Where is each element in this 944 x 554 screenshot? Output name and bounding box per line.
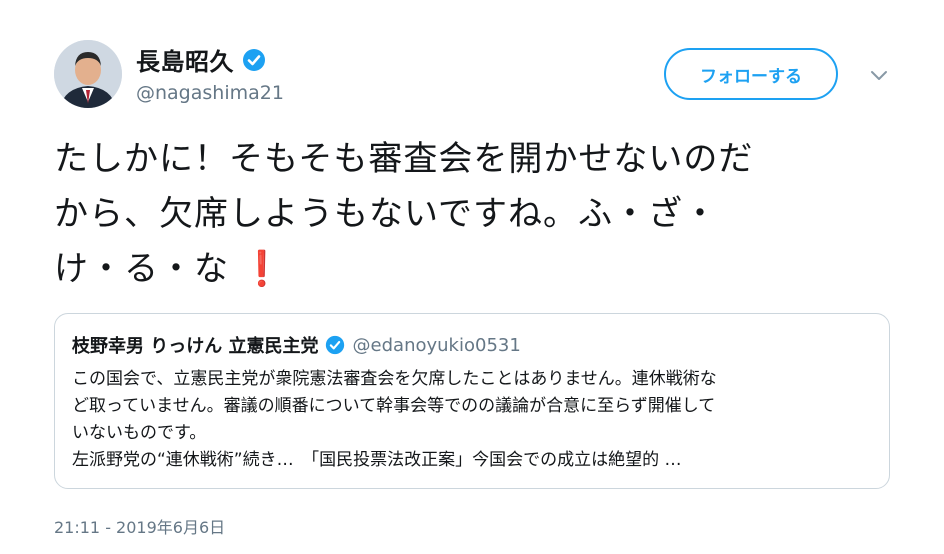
quoted-line: この国会で、立憲民主党が衆院憲法審査会を欠席したことはありません。連休戦術な — [72, 369, 717, 389]
avatar[interactable] — [54, 40, 122, 108]
tweet-timestamp[interactable]: 21:11 - 2019年6月6日 — [54, 514, 225, 538]
verified-badge-icon — [325, 335, 344, 355]
author-display-name[interactable]: 長島昭久 — [136, 42, 234, 77]
tweet-text: たしかに！そもそも審査会を開かせないのだ から、欠席しようもないですね。ふ・ざ・… — [54, 132, 894, 297]
avatar-photo — [54, 40, 122, 108]
tweet-line: から、欠席しようもないですね。ふ・ざ・ — [54, 194, 718, 234]
quoted-line: いないものです。 — [72, 423, 207, 443]
chevron-down-icon[interactable] — [866, 66, 892, 86]
quoted-tweet-text: この国会で、立憲民主党が衆院憲法審査会を欠席したことはありません。連休戦術な ど… — [72, 366, 872, 474]
author-handle[interactable]: @nagashima21 — [136, 82, 284, 104]
quoted-display-name: 枝野幸男 りっけん 立憲民主党 — [72, 336, 319, 357]
red-exclamation-emoji: ❗ — [240, 249, 285, 289]
quoted-line: ど取っていません。審議の順番について幹事会等でのの議論が合意に至らず開催して — [72, 396, 716, 416]
tweet-line: たしかに！そもそも審査会を開かせないのだ — [54, 139, 754, 179]
quoted-tweet-card[interactable]: 枝野幸男 りっけん 立憲民主党 @edanoyukio0531 この国会で、立憲… — [54, 313, 890, 489]
quoted-link-line: 左派野党の“連休戦術”続き… 「国民投票法改正案」今国会での成立は絶望的 … — [72, 450, 682, 470]
tweet-line: け・る・な — [54, 249, 229, 289]
follow-button[interactable]: フォローする — [664, 48, 838, 100]
quoted-handle: @edanoyukio0531 — [352, 334, 521, 356]
verified-badge-icon — [243, 48, 265, 71]
